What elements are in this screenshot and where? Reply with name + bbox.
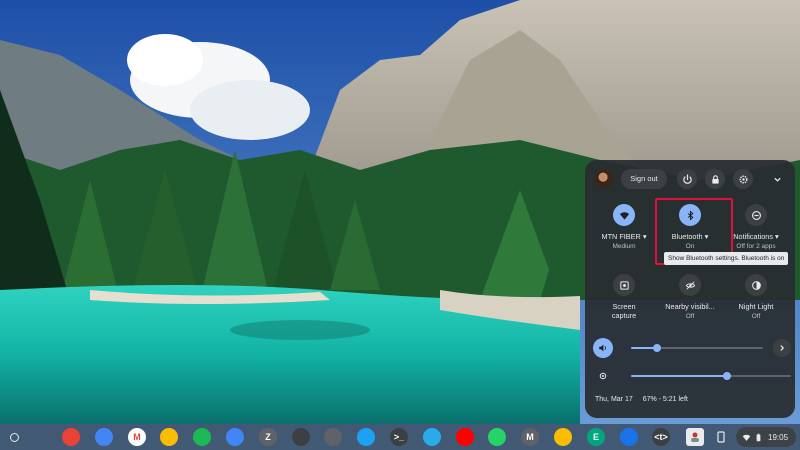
phone-hub-button[interactable] — [712, 428, 730, 446]
clock: 19:05 — [768, 432, 789, 442]
lock-icon — [711, 174, 719, 184]
tile-nearby-visibility-label: Nearby visibil... — [665, 302, 715, 311]
brightness-slider[interactable] — [631, 372, 791, 380]
docs-icon[interactable] — [226, 428, 244, 446]
chrome-icon[interactable] — [62, 428, 80, 446]
night-light-icon — [751, 280, 761, 290]
wifi-icon — [619, 211, 629, 220]
tile-screen-capture-button[interactable] — [613, 274, 635, 296]
chevron-down-icon — [773, 177, 781, 182]
quick-settings-footer: Thu, Mar 17 67% - 5:21 left — [595, 396, 696, 403]
quick-settings-header: Sign out — [585, 168, 795, 190]
pointer-app-icon[interactable] — [620, 428, 638, 446]
chevron-right-icon — [780, 345, 785, 351]
tile-wifi[interactable]: MTN FIBER ▾ Medium — [593, 204, 655, 250]
tile-notifications-label: Notifications ▾ — [733, 232, 779, 241]
battery-label[interactable]: 67% - 5:21 left — [643, 396, 688, 403]
volume-mute-button[interactable] — [593, 338, 613, 358]
brightness-slider-row — [593, 366, 791, 386]
tile-nearby-visibility-button[interactable] — [679, 274, 701, 296]
e-app-icon[interactable]: E — [587, 428, 605, 446]
do-not-disturb-icon — [751, 210, 761, 220]
volume-slider-thumb[interactable] — [653, 344, 661, 352]
spotify-icon[interactable] — [193, 428, 211, 446]
photos-icon[interactable] — [554, 428, 572, 446]
launcher-button[interactable] — [6, 429, 22, 445]
tile-wifi-status: Medium — [612, 243, 636, 250]
tile-night-light-button[interactable] — [745, 274, 767, 296]
tile-wifi-label: MTN FIBER ▾ — [601, 232, 647, 241]
brightness-slider-fill — [631, 375, 727, 377]
settings-button[interactable] — [733, 169, 753, 189]
whatsapp-icon[interactable] — [488, 428, 506, 446]
lock-button[interactable] — [705, 169, 725, 189]
volume-slider-row — [593, 338, 791, 358]
wifi-status-icon — [742, 434, 751, 441]
gmail-icon[interactable]: M — [128, 428, 146, 446]
screen-capture-icon — [619, 280, 629, 290]
status-area-button[interactable]: 19:05 — [736, 427, 796, 447]
settings-icon[interactable] — [324, 428, 342, 446]
tile-nearby-visibility[interactable]: Nearby visibil... Off — [659, 274, 721, 320]
tile-notifications-button[interactable] — [745, 204, 767, 226]
tile-notifications-status: Off for 2 apps — [736, 243, 776, 250]
battery-icon — [756, 433, 761, 441]
telegram-icon[interactable] — [423, 428, 441, 446]
date-label[interactable]: Thu, Mar 17 — [595, 396, 633, 403]
audio-settings-button[interactable] — [773, 339, 791, 357]
drive-icon[interactable] — [160, 428, 178, 446]
files-icon[interactable] — [95, 428, 113, 446]
tile-night-light[interactable]: Night Light Off — [725, 274, 787, 320]
youtube-icon[interactable] — [456, 428, 474, 446]
tile-notifications[interactable]: Notifications ▾ Off for 2 apps — [725, 204, 787, 250]
m-app-icon[interactable]: M — [521, 428, 539, 446]
power-button[interactable] — [677, 169, 697, 189]
zoom-z-icon[interactable]: Z — [259, 428, 277, 446]
profile-thumbnail[interactable] — [686, 428, 704, 446]
tile-nearby-visibility-status: Off — [685, 313, 695, 320]
gear-icon — [738, 174, 748, 184]
brightness-icon — [599, 372, 607, 380]
brightness-slider-thumb[interactable] — [723, 372, 731, 380]
tile-screen-capture[interactable]: Screen capture — [593, 274, 655, 320]
avatar-icon — [691, 432, 699, 442]
volume-slider[interactable] — [631, 344, 763, 352]
collapse-button[interactable] — [769, 171, 785, 187]
tile-screen-capture-label: Screen capture — [611, 302, 637, 320]
code-app-icon[interactable]: <t> — [652, 428, 670, 446]
user-avatar[interactable] — [595, 170, 613, 188]
brightness-button — [593, 366, 613, 386]
shelf: M Z >_ M E <t> 19:05 — [0, 424, 800, 450]
power-icon — [682, 173, 692, 184]
tile-night-light-label: Night Light — [738, 302, 774, 311]
phone-icon — [717, 431, 725, 443]
tile-wifi-button[interactable] — [613, 204, 635, 226]
sign-out-button[interactable]: Sign out — [621, 169, 667, 189]
bluetooth-tooltip: Show Bluetooth settings. Bluetooth is on — [664, 252, 789, 265]
tile-night-light-status: Off — [751, 313, 761, 320]
volume-icon — [599, 344, 606, 352]
nearby-share-icon — [685, 281, 695, 289]
terminal-icon[interactable]: >_ — [390, 428, 408, 446]
twitter-icon[interactable] — [357, 428, 375, 446]
loading-icon[interactable] — [292, 428, 310, 446]
